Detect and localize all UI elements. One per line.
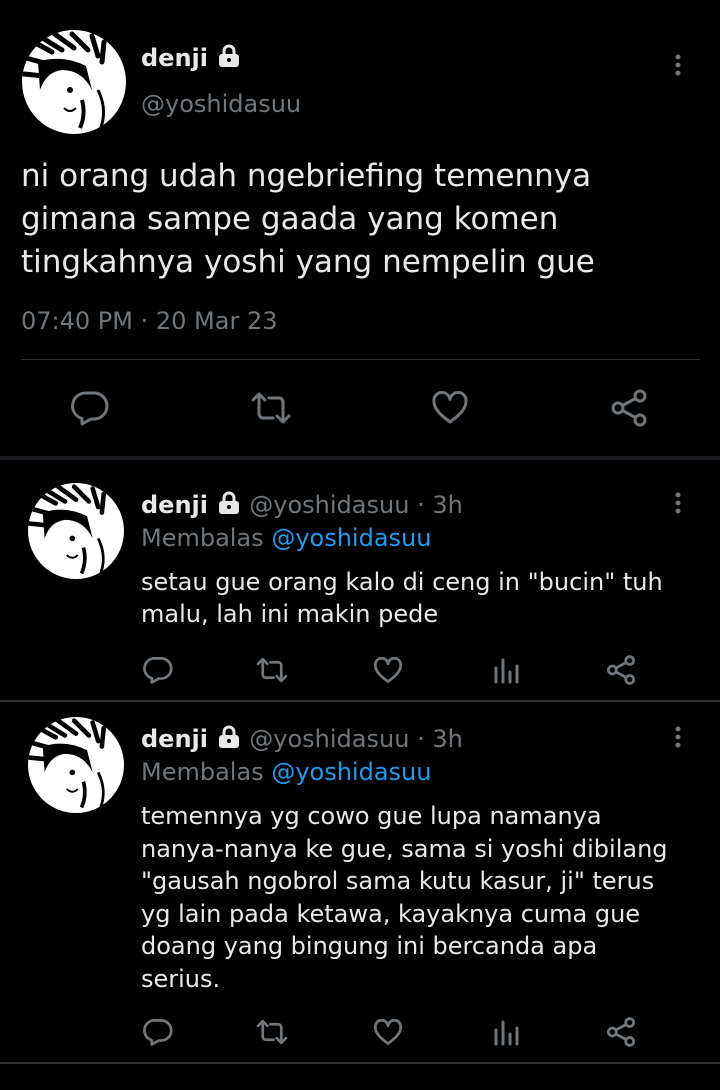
heart-icon [373,656,403,683]
retweet-icon [251,392,291,424]
share-icon [606,1017,636,1047]
display-name[interactable]: denji [141,491,208,519]
display-name-text: denji [141,44,208,72]
section-divider [0,700,720,702]
replying-to: Membalas @yoshidasuu [141,758,431,786]
relative-time[interactable]: · 3h [417,725,463,753]
more-vertical-icon[interactable] [666,725,690,749]
reply-text-line: doang yang bingung ini bercanda apa [141,932,598,960]
retweet-button[interactable] [255,654,289,686]
divider [21,359,700,360]
reply-icon [143,656,173,684]
timestamp[interactable]: 07:40 PM · 20 Mar 23 [21,307,277,335]
reply-text-line: yg lain pada ketawa, kayaknya cuma gue [141,899,641,928]
reply-text-line: setau gue orang kalo di ceng in "bucin" … [141,568,663,596]
section-divider [0,1062,720,1064]
share-button[interactable] [605,654,637,686]
replying-to-link[interactable]: @yoshidasuu [271,758,431,786]
lock-icon [216,44,242,68]
tweet-text-line: ni orang udah ngebriefing temennya [21,158,592,194]
replying-prefix: Membalas [141,524,264,552]
share-button[interactable] [605,1016,637,1048]
reply-button[interactable] [70,388,110,428]
display-name[interactable]: denji [141,44,242,72]
tweet-text-line: gimana sampe gaada yang komen [21,201,559,237]
like-button[interactable] [430,388,470,428]
retweet-icon [256,1019,288,1045]
more-vertical-icon[interactable] [666,491,690,515]
reply-text: temennya yg cowo gue lupa namanya nanya-… [141,800,668,995]
handle[interactable]: @yoshidasuu [141,90,301,118]
replying-to-link[interactable]: @yoshidasuu [271,524,431,552]
retweet-button[interactable] [249,388,293,428]
like-button[interactable] [372,654,404,686]
tweet-text: ni orang udah ngebriefing temennya giman… [21,155,595,284]
relative-time[interactable]: · 3h [417,491,463,519]
reply-button[interactable] [142,1016,174,1048]
lock-icon [216,725,242,749]
share-icon [606,655,636,685]
share-icon [611,389,647,427]
avatar[interactable] [22,30,126,134]
retweet-button[interactable] [255,1016,289,1048]
avatar[interactable] [28,483,124,579]
views-button[interactable] [490,1016,522,1048]
views-button[interactable] [490,654,522,686]
replying-prefix: Membalas [141,758,264,786]
heart-icon [432,391,468,424]
share-button[interactable] [609,388,649,428]
section-divider [0,456,720,460]
more-vertical-icon[interactable] [666,53,690,77]
heart-icon [373,1018,403,1045]
handle[interactable]: @yoshidasuu [249,725,409,753]
reply-icon [71,391,109,426]
views-icon [494,1020,519,1046]
reply-text-line: temennya yg cowo gue lupa namanya [141,802,602,830]
lock-icon [216,491,242,515]
reply-text-line: nanya-nanya ke gue, sama si yoshi dibila… [141,834,668,863]
retweet-icon [256,657,288,683]
reply-text: setau gue orang kalo di ceng in "bucin" … [141,566,663,630]
views-icon [494,658,519,684]
reply-text-line: malu, lah ini makin pede [141,600,439,628]
avatar[interactable] [28,717,124,813]
reply-button[interactable] [142,654,174,686]
replying-to: Membalas @yoshidasuu [141,524,431,552]
tweet-text-line: tingkahnya yoshi yang nempelin gue [21,244,595,280]
reply-text-line: "gausah ngobrol sama kutu kasur, ji" ter… [141,867,655,895]
like-button[interactable] [372,1016,404,1048]
reply-text-line: serius. [141,964,221,993]
reply-header: denji @yoshidasuu · 3h [141,725,463,753]
reply-icon [143,1018,173,1046]
reply-header: denji @yoshidasuu · 3h [141,491,463,519]
display-name[interactable]: denji [141,725,208,753]
handle[interactable]: @yoshidasuu [249,491,409,519]
